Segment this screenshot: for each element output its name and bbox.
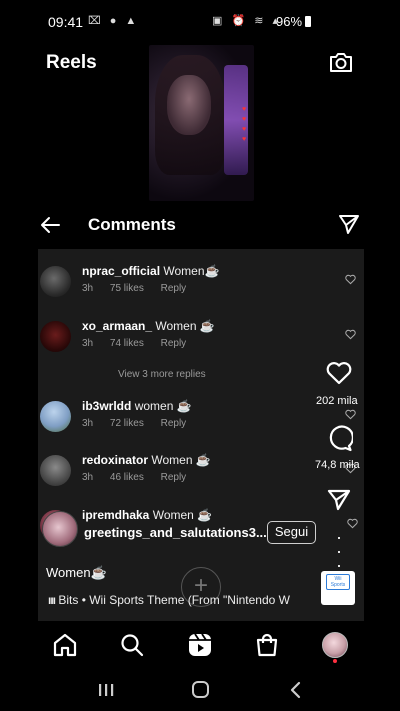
heart-icon[interactable]: [347, 518, 358, 529]
avatar[interactable]: [40, 321, 71, 352]
bottom-navigation: [0, 622, 400, 670]
comment-age: 3h: [82, 338, 94, 349]
comment-text: Women☕: [163, 264, 220, 278]
arrow-left-icon[interactable]: [38, 213, 62, 237]
comment-text: Women ☕: [152, 508, 213, 522]
comment-age: 3h: [82, 283, 94, 294]
comment-meta: 3h 74 likes Reply: [82, 338, 200, 349]
avatar[interactable]: [40, 455, 71, 486]
view-more-replies-link[interactable]: View 3 more replies: [118, 369, 206, 380]
heart-icon[interactable]: [345, 274, 356, 285]
home-icon[interactable]: [52, 632, 78, 658]
avatar[interactable]: [40, 266, 71, 297]
home-button-icon[interactable]: [192, 681, 209, 698]
heart-icon[interactable]: [345, 409, 356, 420]
reply-button[interactable]: Reply: [161, 338, 187, 349]
reply-button[interactable]: Reply: [161, 418, 187, 429]
comment-text: Women ☕: [151, 453, 211, 467]
reels-icon[interactable]: [187, 632, 213, 658]
comment-meta: 3h 75 likes Reply: [82, 283, 200, 294]
comment-age: 3h: [82, 418, 94, 429]
author-username[interactable]: greetings_and_salutations3...: [84, 525, 267, 540]
audio-bars-icon: ııı: [48, 593, 56, 607]
thumbnail-hearts: ♥ ♥ ♥ ♥: [242, 106, 247, 143]
comment-item: xo_armaan_ Women ☕ 3h 74 likes Reply: [38, 319, 364, 369]
notification-dot: [333, 659, 337, 663]
search-icon[interactable]: [119, 632, 145, 658]
reply-button[interactable]: Reply: [161, 472, 187, 483]
comment-meta: 3h 46 likes Reply: [82, 472, 200, 483]
avatar[interactable]: [40, 401, 71, 432]
comment-item: nprac_official Women☕ 3h 75 likes Reply: [38, 264, 364, 314]
heart-icon[interactable]: [325, 360, 353, 386]
reply-button[interactable]: Reply: [161, 283, 187, 294]
comment-likes[interactable]: 74 likes: [110, 338, 144, 349]
paper-plane-icon[interactable]: [337, 212, 361, 236]
thumbnail-face: [167, 75, 211, 135]
comment-author[interactable]: ib3wrldd women ☕: [82, 399, 192, 413]
comment-count[interactable]: 74,8 mila: [315, 459, 360, 471]
status-notification-icons: ⌧ ● ▲: [88, 15, 140, 27]
paper-plane-icon[interactable]: [326, 488, 352, 512]
speech-bubble-icon[interactable]: [325, 424, 353, 452]
battery-level: 96%: [276, 14, 312, 29]
status-system-icons: ▣ ⏰ ≋ ▴: [212, 15, 281, 27]
reels-title: Reels: [46, 52, 97, 73]
audio-track[interactable]: ııı Bits • Wii Sports Theme (From "Ninte…: [48, 593, 310, 607]
comment-author[interactable]: ipremdhaka Women ☕: [82, 508, 212, 522]
battery-icon: [305, 16, 312, 27]
shopping-bag-icon[interactable]: [254, 632, 280, 658]
comment-author[interactable]: xo_armaan_ Women ☕: [82, 319, 215, 333]
comment-likes[interactable]: 72 likes: [110, 418, 144, 429]
more-options-icon[interactable]: · · ·: [336, 528, 342, 574]
comment-likes[interactable]: 75 likes: [110, 283, 144, 294]
comment-likes[interactable]: 46 likes: [110, 472, 144, 483]
comment-author[interactable]: redoxinator Women ☕: [82, 453, 211, 467]
recent-apps-icon[interactable]: [99, 684, 114, 696]
back-button-icon[interactable]: [290, 681, 301, 699]
comment-meta: 3h 72 likes Reply: [82, 418, 200, 429]
heart-icon[interactable]: [345, 329, 356, 340]
like-count[interactable]: 202 mila: [316, 395, 358, 407]
comment-text: women ☕: [134, 399, 192, 413]
camera-icon[interactable]: [328, 50, 354, 74]
comment-author[interactable]: nprac_official Women☕: [82, 264, 219, 278]
album-label: Wii Sports: [326, 574, 350, 590]
profile-avatar[interactable]: [322, 632, 348, 658]
comment-age: 3h: [82, 472, 94, 483]
comments-title: Comments: [88, 215, 176, 234]
reel-video-thumbnail[interactable]: ♥ ♥ ♥ ♥: [149, 45, 254, 201]
comment-text: Women ☕: [155, 319, 215, 333]
follow-button[interactable]: Segui: [267, 521, 316, 544]
audio-album-art[interactable]: Wii Sports: [321, 571, 355, 605]
system-navigation-bar: [99, 681, 301, 699]
status-time: 09:41: [48, 14, 84, 30]
status-bar: 09:41 ⌧ ● ▲ ▣ ⏰ ≋ ▴ 96%: [0, 0, 400, 40]
post-caption[interactable]: Women☕: [46, 565, 107, 581]
author-avatar[interactable]: [42, 511, 78, 547]
